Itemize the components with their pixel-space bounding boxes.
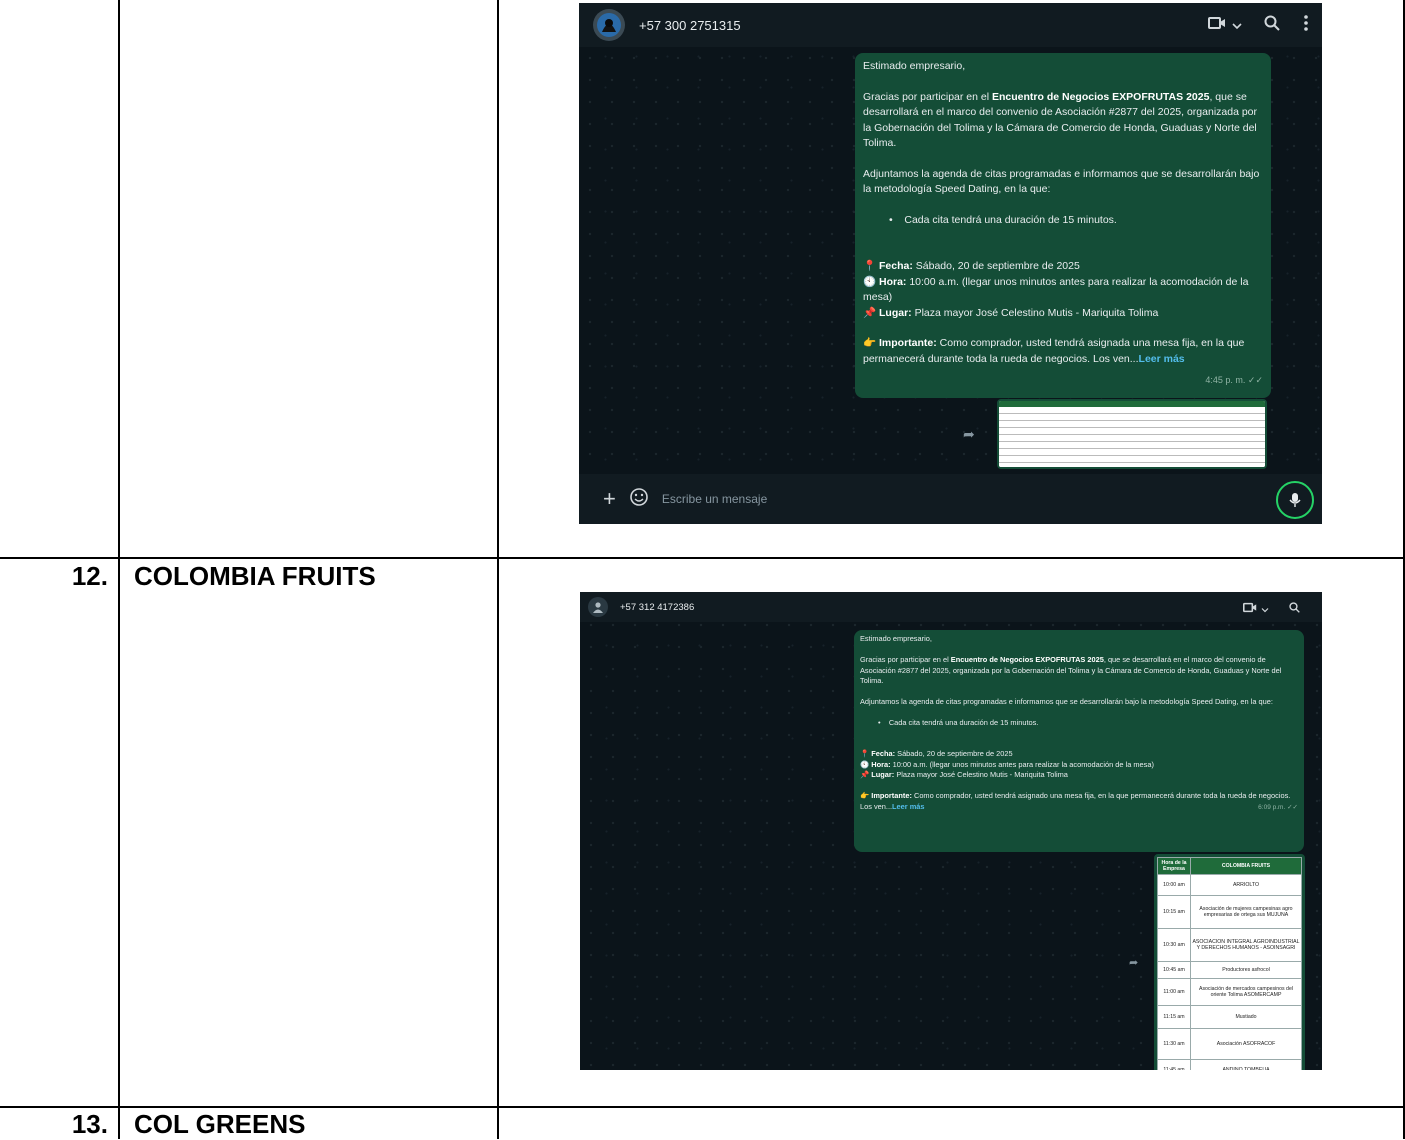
clock-icon: 🕙 (863, 275, 877, 288)
message-paragraph: Adjuntamos la agenda de citas programada… (860, 697, 1273, 707)
schedule-table: Hora de la Empresa COLOMBIA FRUITS 10:00… (1157, 857, 1302, 1070)
pushpin-icon: 📌 (863, 306, 877, 319)
schedule-row: 11:00 am Asociación de mercados campesino… (1157, 978, 1302, 1006)
schedule-row: 10:15 am Asociación de mujeres campesinas… (1157, 895, 1302, 929)
message-hora: 🕙 Hora: 10:00 a.m. (llegar unos minutos … (863, 275, 1249, 304)
row-company-name: COLOMBIA FRUITS (134, 561, 376, 591)
add-icon[interactable]: + (603, 486, 616, 512)
message-paragraph: Adjuntamos la agenda de citas programada… (863, 167, 1260, 196)
pushpin-icon: 📌 (860, 770, 870, 780)
schedule-header-company: COLOMBIA FRUITS (1190, 857, 1302, 875)
message-fecha: 📍 Fecha: Sábado, 20 de septiembre de 202… (863, 260, 1080, 272)
schedule-time: 11:45 am (1157, 1059, 1191, 1070)
column-divider (497, 0, 499, 1139)
avatar[interactable] (588, 597, 608, 617)
double-check-icon: ✓✓ (1287, 803, 1298, 811)
message-bullet: • Cada cita tendrá una duración de 15 mi… (889, 213, 1117, 226)
message-bullet: • Cada cita tendrá una duración de 15 mi… (878, 717, 1039, 727)
clock-icon: 🕙 (860, 759, 870, 769)
message-bubble[interactable]: Estimado empresario, Gracias por partici… (854, 630, 1304, 852)
column-divider (118, 0, 120, 1139)
schedule-row: 11:15 am Mustiado (1157, 1005, 1302, 1029)
pointing-hand-icon: 👉 (863, 337, 877, 349)
message-paragraph: Gracias por participar en el Encuentro d… (863, 90, 1258, 150)
image-attachment[interactable] (997, 399, 1267, 469)
schedule-time: 10:00 am (1157, 874, 1191, 896)
schedule-company: Asociación de mercados campesinos del or… (1190, 978, 1302, 1006)
schedule-company: Mustiado (1190, 1005, 1302, 1029)
row-number: 13. (71, 1109, 108, 1139)
schedule-row: 10:45 am Productores asfrocol (1157, 961, 1302, 979)
row-company-name: COL GREENS (134, 1109, 306, 1139)
pin-icon: 📍 (863, 260, 877, 272)
message-input-bar: + Escribe un mensaje (579, 474, 1322, 524)
message-fecha: 📍 Fecha: Sábado, 20 de septiembre de 202… (860, 748, 1013, 758)
sticker-icon[interactable] (630, 487, 648, 511)
message-lugar: 📌 Lugar: Plaza mayor José Celestino Muti… (860, 770, 1068, 780)
avatar[interactable] (593, 9, 625, 41)
microphone-button[interactable] (1276, 481, 1314, 519)
message-greeting: Estimado empresario, (860, 634, 932, 643)
schedule-header-time: Hora de la Empresa (1157, 857, 1191, 875)
search-icon[interactable] (1264, 15, 1280, 36)
message-input[interactable]: Escribe un mensaje (662, 492, 767, 506)
microphone-icon (1289, 493, 1301, 507)
menu-icon[interactable] (1304, 15, 1308, 36)
schedule-row: 11:45 am ANDINO TOMBEUA (1157, 1059, 1302, 1070)
schedule-company: ARRIOLTO (1190, 874, 1302, 896)
contact-phone: +57 300 2751315 (639, 17, 741, 33)
schedule-company: Productores asfrocol (1190, 961, 1302, 979)
schedule-company: Asociación de mujeres campesinas agro em… (1190, 895, 1302, 929)
search-icon[interactable] (1289, 600, 1300, 618)
message-time: 4:45 p. m. ✓✓ (1205, 375, 1263, 385)
contact-phone: +57 312 4172386 (620, 601, 695, 613)
video-call-icon[interactable] (1243, 600, 1257, 618)
schedule-time: 10:30 am (1157, 928, 1191, 962)
double-check-icon: ✓✓ (1247, 375, 1263, 385)
schedule-row: 10:00 am ARRIOLTO (1157, 874, 1302, 896)
read-more-link[interactable]: Leer más (1139, 353, 1185, 365)
forward-icon[interactable]: ➦ (1129, 956, 1138, 969)
row-divider (0, 1106, 1405, 1108)
schedule-company: ASOCIACION INTEGRAL AGROINDUSTRIAL Y DER… (1190, 928, 1302, 962)
schedule-row: 11:30 am Asociación ASOFRACOF (1157, 1028, 1302, 1060)
message-importante: 👉 Importante: Como comprador, usted tend… (863, 337, 1245, 365)
row-divider (0, 557, 1405, 559)
schedule-row: 10:30 am ASOCIACION INTEGRAL AGROINDUSTRI… (1157, 928, 1302, 962)
schedule-company: Asociación ASOFRACOF (1190, 1028, 1302, 1060)
message-bubble[interactable]: Estimado empresario, Gracias por partici… (855, 53, 1271, 398)
image-attachment[interactable]: Hora de la Empresa COLOMBIA FRUITS 10:00… (1154, 854, 1305, 1070)
chat-header: +57 312 4172386 (580, 592, 1322, 622)
message-lugar: 📌 Lugar: Plaza mayor José Celestino Muti… (863, 306, 1159, 319)
read-more-link[interactable]: Leer más (892, 802, 924, 811)
chevron-down-icon[interactable] (1261, 600, 1269, 618)
pin-icon: 📍 (860, 748, 870, 758)
message-paragraph: Gracias por participar en el Encuentro d… (860, 654, 1282, 686)
whatsapp-screenshot: +57 312 4172386 Estimado empresario, Gra… (580, 592, 1322, 1070)
row-number: 12. (71, 561, 108, 591)
chat-header: +57 300 2751315 (579, 3, 1322, 47)
video-call-icon[interactable] (1208, 16, 1226, 35)
pointing-hand-icon: 👉 (860, 791, 870, 801)
whatsapp-screenshot: +57 300 2751315 Estimado empresario, Gra… (579, 3, 1322, 524)
schedule-time: 10:45 am (1157, 961, 1191, 979)
chevron-down-icon[interactable] (1232, 17, 1242, 35)
message-time: 6:09 p.m. ✓✓ (1258, 803, 1298, 811)
forward-icon[interactable]: ➦ (963, 426, 975, 443)
schedule-time: 11:00 am (1157, 978, 1191, 1006)
schedule-company: ANDINO TOMBEUA (1190, 1059, 1302, 1070)
schedule-time: 10:15 am (1157, 895, 1191, 929)
message-greeting: Estimado empresario, (863, 60, 966, 72)
message-hora: 🕙 Hora: 10:00 a.m. (llegar unos minutos … (860, 759, 1154, 769)
schedule-time: 11:15 am (1157, 1005, 1191, 1029)
user-icon (593, 602, 603, 613)
schedule-time: 11:30 am (1157, 1028, 1191, 1060)
